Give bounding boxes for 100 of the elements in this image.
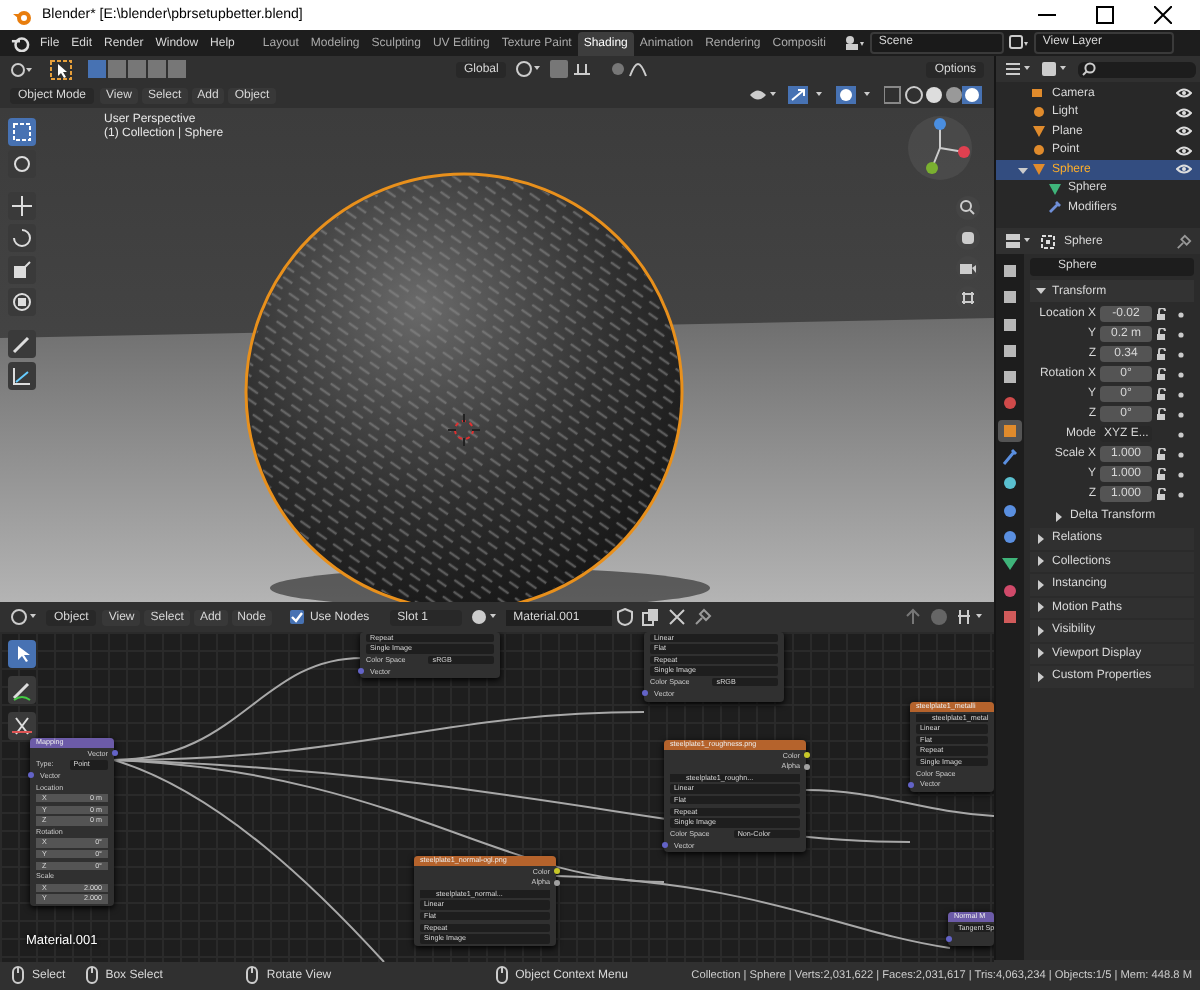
object-tab-icon[interactable] bbox=[998, 419, 1022, 442]
eye-icon[interactable] bbox=[1176, 164, 1192, 175]
keyframe-dot-icon[interactable] bbox=[1178, 391, 1184, 397]
light-icon bbox=[1032, 143, 1046, 158]
scene-tab-icon[interactable] bbox=[998, 366, 1022, 389]
select-box-tool-icon[interactable] bbox=[8, 118, 36, 146]
keyframe-dot-icon[interactable] bbox=[1178, 471, 1184, 477]
tool-tab-icon[interactable] bbox=[998, 260, 1022, 282]
keyframe-dot-icon[interactable] bbox=[1178, 411, 1184, 417]
modifiers-tab-icon[interactable] bbox=[998, 446, 1022, 469]
socket-dot[interactable] bbox=[945, 935, 951, 942]
cut-links-tool-icon[interactable] bbox=[8, 712, 36, 740]
measure-tool-icon[interactable] bbox=[8, 362, 36, 390]
socket-dot[interactable] bbox=[553, 879, 559, 886]
socket-dot[interactable] bbox=[803, 763, 809, 770]
annotate-tool-icon[interactable] bbox=[8, 676, 36, 704]
gizmo-icon[interactable] bbox=[788, 86, 828, 104]
blender-logo-icon[interactable] bbox=[10, 34, 30, 52]
socket-dot[interactable] bbox=[661, 842, 667, 849]
modifiers-icon bbox=[1048, 200, 1062, 215]
lock-icon[interactable] bbox=[1156, 308, 1168, 320]
mouse-icon bbox=[246, 966, 259, 984]
editor-type-icon[interactable] bbox=[1004, 232, 1032, 250]
parent-node-tree-icon[interactable] bbox=[904, 608, 922, 626]
lock-icon[interactable] bbox=[1156, 388, 1168, 400]
world-tab-icon[interactable] bbox=[998, 392, 1022, 415]
annotate-tool-icon[interactable] bbox=[8, 330, 36, 358]
keyframe-dot-icon[interactable] bbox=[1178, 431, 1184, 437]
expand-arrow-icon bbox=[1036, 533, 1046, 544]
keyframe-dot-icon[interactable] bbox=[1178, 451, 1184, 457]
lock-icon[interactable] bbox=[1156, 368, 1168, 380]
output-tab-icon[interactable] bbox=[998, 313, 1022, 336]
camera-icon bbox=[1032, 86, 1046, 101]
snap-target-icon[interactable] bbox=[956, 608, 984, 626]
sphere-drawing[interactable] bbox=[244, 172, 684, 602]
layers-icon[interactable] bbox=[1008, 34, 1031, 52]
shading-modes-icon[interactable] bbox=[884, 86, 984, 104]
selection-mode-icons[interactable] bbox=[88, 60, 188, 78]
lock-icon[interactable] bbox=[1156, 348, 1168, 360]
search-field[interactable] bbox=[1078, 61, 1196, 77]
scale-tool-icon[interactable] bbox=[8, 256, 36, 284]
expand-arrow-icon[interactable] bbox=[1018, 165, 1028, 175]
eye-icon[interactable] bbox=[1176, 145, 1192, 156]
3d-cursor-icon[interactable] bbox=[447, 413, 481, 447]
duplicate-icon[interactable] bbox=[641, 608, 660, 626]
lock-icon[interactable] bbox=[1156, 488, 1168, 500]
expand-arrow-icon bbox=[1036, 579, 1046, 590]
keyframe-dot-icon[interactable] bbox=[1178, 491, 1184, 497]
socket-dot[interactable] bbox=[27, 772, 33, 779]
editor-type-icon[interactable] bbox=[10, 608, 38, 626]
lock-icon[interactable] bbox=[1156, 408, 1168, 420]
socket-dot[interactable] bbox=[111, 750, 117, 757]
socket-dot[interactable] bbox=[553, 868, 559, 875]
transform-tool-icon[interactable] bbox=[8, 288, 36, 316]
constraints-tab-icon[interactable] bbox=[998, 525, 1022, 548]
mouse-icon bbox=[12, 966, 24, 984]
pin-icon[interactable] bbox=[1176, 233, 1192, 249]
socket-dot[interactable] bbox=[803, 752, 809, 759]
pin-icon[interactable] bbox=[693, 608, 712, 626]
filter-icon[interactable] bbox=[1040, 60, 1068, 78]
editor-type-icon[interactable] bbox=[10, 61, 34, 77]
physics-tab-icon[interactable] bbox=[998, 499, 1022, 522]
display-mode-icon[interactable] bbox=[1004, 60, 1032, 78]
lock-icon[interactable] bbox=[1156, 448, 1168, 460]
rotate-tool-icon[interactable] bbox=[8, 224, 36, 252]
expand-arrow-icon bbox=[1036, 556, 1046, 567]
checkmark-icon bbox=[289, 610, 304, 624]
texture-tab-icon[interactable] bbox=[998, 605, 1022, 628]
lock-icon[interactable] bbox=[1156, 328, 1168, 340]
visibility-icon[interactable] bbox=[748, 86, 780, 104]
cursor-tool-icon[interactable] bbox=[50, 59, 72, 79]
keyframe-dot-icon[interactable] bbox=[1178, 331, 1184, 337]
select-tool-icon[interactable] bbox=[8, 640, 36, 668]
eye-icon[interactable] bbox=[1176, 107, 1192, 118]
socket-dot[interactable] bbox=[641, 690, 647, 697]
keyframe-dot-icon[interactable] bbox=[1178, 351, 1184, 357]
particles-tab-icon[interactable] bbox=[998, 472, 1022, 495]
eye-icon[interactable] bbox=[1176, 126, 1192, 137]
close-icon[interactable] bbox=[1154, 6, 1172, 24]
material-tab-icon[interactable] bbox=[998, 579, 1022, 602]
render-tab-icon[interactable] bbox=[998, 286, 1022, 309]
navigation-gizmo-icon[interactable] bbox=[908, 116, 972, 180]
maximize-icon[interactable] bbox=[1096, 6, 1114, 24]
scene-icon[interactable] bbox=[844, 34, 867, 52]
keyframe-dot-icon[interactable] bbox=[1178, 371, 1184, 377]
keyframe-dot-icon[interactable] bbox=[1178, 311, 1184, 317]
overlays-icon[interactable] bbox=[836, 86, 876, 104]
socket-dot[interactable] bbox=[907, 781, 913, 788]
zoom-icon[interactable] bbox=[956, 196, 980, 220]
data-tab-icon[interactable] bbox=[998, 552, 1022, 575]
view-layer-tab-icon[interactable] bbox=[998, 339, 1022, 362]
move-tool-icon[interactable] bbox=[8, 192, 36, 220]
socket-dot[interactable] bbox=[357, 668, 363, 675]
lock-icon[interactable] bbox=[1156, 468, 1168, 480]
eye-icon[interactable] bbox=[1176, 88, 1192, 99]
pivot-icon[interactable] bbox=[514, 60, 543, 78]
3d-cursor-tool-icon[interactable] bbox=[8, 150, 36, 178]
material-sphere-icon[interactable] bbox=[469, 608, 498, 626]
grid-icon[interactable] bbox=[956, 286, 980, 310]
fake-user-icon[interactable] bbox=[615, 608, 634, 626]
